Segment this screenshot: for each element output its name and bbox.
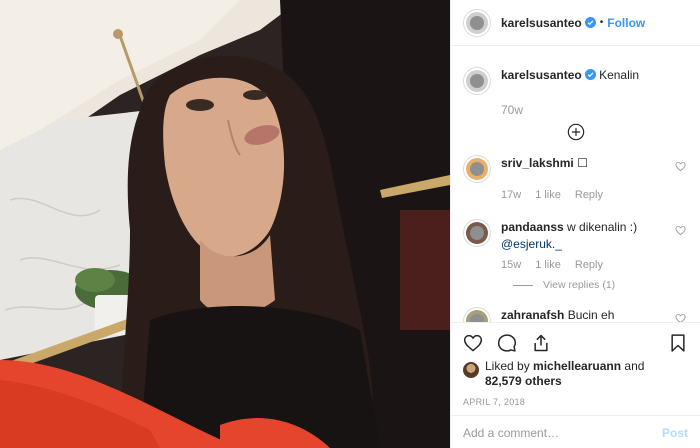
- caption: karelsusanteo Kenalin 70w: [451, 47, 700, 141]
- commenter-avatar[interactable]: [463, 307, 491, 322]
- post-modal: karelsusanteo • Follow karelsusanteo Ken…: [0, 0, 700, 448]
- liker-avatar[interactable]: [463, 362, 479, 378]
- add-comment-bar: Post: [451, 415, 700, 448]
- author-avatar[interactable]: [463, 8, 491, 37]
- share-icon[interactable]: [531, 333, 551, 353]
- post-footer: Liked by michellearuann and 82,579 other…: [451, 322, 700, 440]
- comment-time[interactable]: 17w: [501, 189, 521, 201]
- comment-body: Bucin eh: [567, 308, 615, 322]
- commenter-avatar[interactable]: [463, 155, 491, 183]
- commenter-avatar[interactable]: [463, 219, 491, 247]
- comment-item: pandaanss w dikenalin :) @esjeruk._ 15w …: [451, 219, 700, 291]
- comment-mention[interactable]: @esjeruk._: [501, 237, 562, 251]
- comment-text: pandaanss w dikenalin :) @esjeruk._: [501, 219, 669, 253]
- likes-count[interactable]: 82,579 others: [485, 374, 562, 388]
- view-replies-line: [513, 284, 533, 286]
- view-replies-button[interactable]: View replies (1): [513, 279, 688, 291]
- like-comment-icon[interactable]: [675, 225, 686, 236]
- post-header: karelsusanteo • Follow: [451, 0, 700, 46]
- bookmark-icon[interactable]: [668, 333, 688, 353]
- post-comment-button[interactable]: Post: [662, 426, 688, 440]
- comment-likes[interactable]: 1 like: [535, 259, 561, 271]
- likes-summary: Liked by michellearuann and 82,579 other…: [451, 359, 700, 389]
- photo-image: [0, 0, 450, 448]
- comment-text: sriv_lakshmi ☐: [501, 155, 669, 172]
- caption-time[interactable]: 70w: [501, 103, 523, 117]
- comment-item: zahranafsh Bucin eh: [451, 307, 700, 322]
- header-separator: •: [599, 17, 604, 28]
- liker-username[interactable]: michellearuann: [533, 359, 621, 373]
- comment-time[interactable]: 15w: [501, 259, 521, 271]
- like-comment-icon[interactable]: [675, 313, 686, 322]
- post-photo[interactable]: [0, 0, 450, 448]
- like-comment-icon[interactable]: [675, 161, 686, 172]
- likes-text: Liked by michellearuann and 82,579 other…: [485, 359, 644, 389]
- add-comment-input[interactable]: [463, 425, 662, 440]
- comment-author[interactable]: sriv_lakshmi: [501, 156, 574, 170]
- reply-button[interactable]: Reply: [575, 259, 603, 271]
- heart-icon[interactable]: [463, 333, 483, 353]
- action-bar: [451, 323, 700, 363]
- reply-button[interactable]: Reply: [575, 189, 603, 201]
- comment-item: sriv_lakshmi ☐ 17w 1 like Reply: [451, 155, 700, 201]
- caption-text: karelsusanteo Kenalin: [501, 67, 669, 84]
- comment-body: w dikenalin :): [567, 220, 638, 234]
- comment-likes[interactable]: 1 like: [535, 189, 561, 201]
- post-side-panel: karelsusanteo • Follow karelsusanteo Ken…: [450, 0, 700, 448]
- comment-author[interactable]: pandaanss: [501, 220, 564, 234]
- plus-circle-icon: [567, 123, 584, 141]
- post-date[interactable]: APRIL 7, 2018: [451, 397, 700, 407]
- load-more-comments-button[interactable]: [463, 123, 688, 141]
- comments-list[interactable]: karelsusanteo Kenalin 70w sriv_lakshmi ☐…: [451, 47, 700, 322]
- caption-body: Kenalin: [599, 68, 640, 82]
- comment-body: ☐: [577, 156, 588, 170]
- likes-mid: and: [621, 359, 645, 373]
- likes-prefix: Liked by: [485, 359, 534, 373]
- comment-icon[interactable]: [497, 333, 517, 353]
- caption-avatar[interactable]: [463, 67, 491, 95]
- follow-button[interactable]: Follow: [607, 16, 645, 30]
- caption-author[interactable]: karelsusanteo: [501, 68, 582, 82]
- comment-author[interactable]: zahranafsh: [501, 308, 564, 322]
- verified-badge-icon: [584, 69, 596, 80]
- view-replies-label: View replies (1): [543, 279, 616, 291]
- verified-badge-icon: [584, 17, 596, 28]
- comment-text: zahranafsh Bucin eh: [501, 307, 669, 322]
- author-username[interactable]: karelsusanteo: [501, 16, 582, 30]
